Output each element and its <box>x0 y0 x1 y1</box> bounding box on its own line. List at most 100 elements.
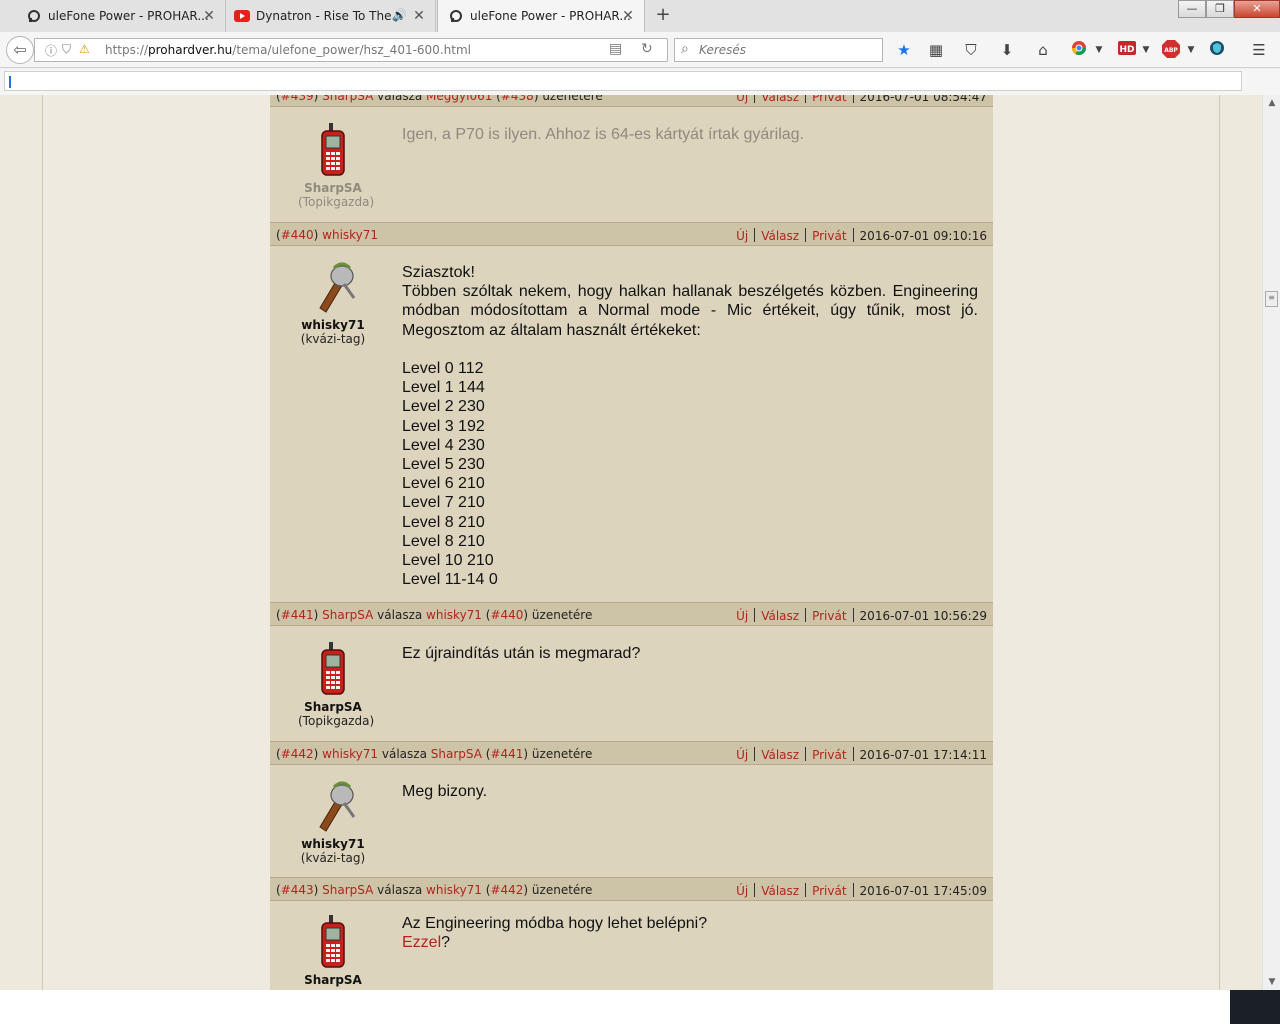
reload-icon[interactable]: ↻ <box>641 41 653 57</box>
close-tab-icon[interactable]: ✕ <box>201 8 217 24</box>
extension-shield-icon[interactable] <box>1206 40 1228 60</box>
tab-prohardver-active[interactable]: uleFone Power - PROHAR... ✕ <box>437 0 645 32</box>
post-header: (#441) SharpSA válasza whisky71 (#440) ü… <box>270 602 993 626</box>
maximize-button[interactable]: ❐ <box>1206 0 1234 18</box>
post-number-link[interactable]: #443 <box>281 883 314 897</box>
reply-to-number-link[interactable]: #441 <box>490 747 523 761</box>
new-link[interactable]: Új <box>736 229 748 243</box>
author-link[interactable]: whisky71 <box>322 228 378 242</box>
post-number-link[interactable]: #440 <box>281 228 314 242</box>
author-link[interactable]: whisky71 <box>322 747 378 761</box>
post-text: Ez újraindítás után is megmarad? <box>402 645 641 662</box>
search-input[interactable] <box>699 42 874 58</box>
scroll-down-arrow-icon[interactable]: ▼ <box>1263 974 1280 990</box>
chrome-icon[interactable] <box>1068 40 1090 60</box>
author-name[interactable]: SharpSA <box>298 700 368 714</box>
shield-icon[interactable]: ⛉ <box>62 42 71 57</box>
tab-title: uleFone Power - PROHAR... <box>48 9 209 23</box>
back-button[interactable]: ⇦ <box>6 36 34 64</box>
post-date: 2016-07-01 09:10:16 <box>859 229 987 243</box>
private-link[interactable]: Privát <box>812 229 846 243</box>
reply-to-number-link[interactable]: #440 <box>490 608 523 622</box>
post-number-link[interactable]: #442 <box>281 747 314 761</box>
reply-to-author-link[interactable]: whisky71 <box>426 608 482 622</box>
private-link[interactable]: Privát <box>812 748 846 762</box>
tab-youtube[interactable]: Dynatron - Rise To The... 🔊 ✕ <box>226 0 436 32</box>
home-icon[interactable]: ⌂ <box>1032 40 1054 60</box>
private-link[interactable]: Privát <box>812 609 846 623</box>
author-avatar[interactable]: SharpSA <box>298 913 368 987</box>
close-tab-icon[interactable]: ✕ <box>411 8 427 24</box>
post-number-link[interactable]: #441 <box>281 608 314 622</box>
reply-text: válasza <box>377 883 423 897</box>
post-text: Az Engineering módba hogy lehet belépni?… <box>402 915 708 952</box>
reply-link[interactable]: Válasz <box>761 95 799 104</box>
prohardver-icon <box>26 8 42 24</box>
adblock-dropdown-icon[interactable]: ▼ <box>1180 40 1202 60</box>
author-avatar[interactable]: whisky71 (kvázi-tag) <box>298 777 368 865</box>
scroll-up-arrow-icon[interactable]: ▲ <box>1263 95 1280 111</box>
reply-to-number-link[interactable]: #442 <box>490 883 523 897</box>
adblock-icon[interactable]: ABP <box>1160 40 1182 60</box>
reply-to-author-link[interactable]: SharpSA <box>431 747 482 761</box>
warning-lock-icon[interactable]: ⚠ <box>79 42 90 56</box>
info-icon[interactable]: ⓘ <box>45 42 57 59</box>
author-avatar[interactable]: SharpSA (Topikgazda) <box>298 121 375 209</box>
search-icon: ⌕ <box>681 41 689 57</box>
reply-to-author-link[interactable]: Meggyl061 <box>426 95 492 103</box>
reply-text: válasza <box>377 95 423 103</box>
download-icon[interactable]: ⬇ <box>996 40 1018 60</box>
new-link[interactable]: Új <box>736 884 748 898</box>
reply-to-author-link[interactable]: whisky71 <box>426 883 482 897</box>
author-avatar[interactable]: SharpSA (Topikgazda) <box>298 640 375 728</box>
hd-dropdown-icon[interactable]: ▼ <box>1135 40 1157 60</box>
post-date: 2016-07-01 17:45:09 <box>859 884 987 898</box>
private-link[interactable]: Privát <box>812 95 846 104</box>
author-name[interactable]: SharpSA <box>298 181 368 195</box>
vertical-scrollbar[interactable]: ▲ ≡ ▼ <box>1262 95 1280 990</box>
reader-view-icon[interactable]: ▤ <box>609 41 622 57</box>
post-body: SharpSA (Topikgazda) Ez újraindítás után… <box>270 626 993 741</box>
new-link[interactable]: Új <box>736 609 748 623</box>
youtube-icon <box>234 8 250 24</box>
post-body: SharpSA (Topikgazda) Igen, a P70 is ilye… <box>270 107 993 222</box>
author-name[interactable]: whisky71 <box>298 318 368 332</box>
reading-list-icon[interactable]: ▦ <box>925 40 947 60</box>
post-date: 2016-07-01 17:14:11 <box>859 748 987 762</box>
reply-to-number-link[interactable]: #438 <box>501 95 534 103</box>
search-bar[interactable]: ⌕ <box>674 38 883 62</box>
author-link[interactable]: SharpSA <box>322 883 373 897</box>
menu-hamburger-icon[interactable]: ☰ <box>1248 40 1270 60</box>
reply-link[interactable]: Válasz <box>761 609 799 623</box>
author-link[interactable]: SharpSA <box>322 95 373 103</box>
bookmark-star-icon[interactable]: ★ <box>893 40 915 60</box>
author-rank: (Topikgazda) <box>298 714 375 728</box>
chrome-dropdown-icon[interactable]: ▼ <box>1088 40 1110 60</box>
reply-link[interactable]: Válasz <box>761 748 799 762</box>
author-name[interactable]: SharpSA <box>298 973 368 987</box>
ezzel-link[interactable]: Ezzel <box>402 934 441 951</box>
scroll-thumb[interactable]: ≡ <box>1265 291 1278 307</box>
new-link[interactable]: Új <box>736 95 748 104</box>
post-header: (#439) SharpSA válasza Meggyl061 (#438) … <box>270 95 993 107</box>
close-window-button[interactable]: ✕ <box>1234 0 1280 18</box>
close-tab-icon[interactable]: ✕ <box>620 8 636 24</box>
private-link[interactable]: Privát <box>812 884 846 898</box>
tab-prohardver-1[interactable]: uleFone Power - PROHAR... ✕ <box>0 0 226 32</box>
author-name[interactable]: whisky71 <box>298 837 368 851</box>
minimize-button[interactable]: — <box>1178 0 1206 18</box>
text-caret <box>9 76 11 88</box>
post-number-link[interactable]: #439 <box>281 95 314 103</box>
author-avatar[interactable]: whisky71 (kvázi-tag) <box>298 258 368 346</box>
url-text[interactable]: https://prohardver.hu/tema/ulefone_power… <box>105 43 471 57</box>
new-link[interactable]: Új <box>736 748 748 762</box>
pocket-icon[interactable]: ⛉ <box>960 40 982 60</box>
reply-link[interactable]: Válasz <box>761 884 799 898</box>
url-bar[interactable]: ⓘ ⛉ ⚠ https://prohardver.hu/tema/ulefone… <box>34 38 668 62</box>
author-rank: (Topikgazda) <box>298 195 375 209</box>
author-link[interactable]: SharpSA <box>322 608 373 622</box>
new-tab-button[interactable]: + <box>652 4 674 26</box>
reply-link[interactable]: Válasz <box>761 229 799 243</box>
find-input-box[interactable] <box>4 71 1242 91</box>
speaker-icon[interactable]: 🔊 <box>392 8 407 22</box>
